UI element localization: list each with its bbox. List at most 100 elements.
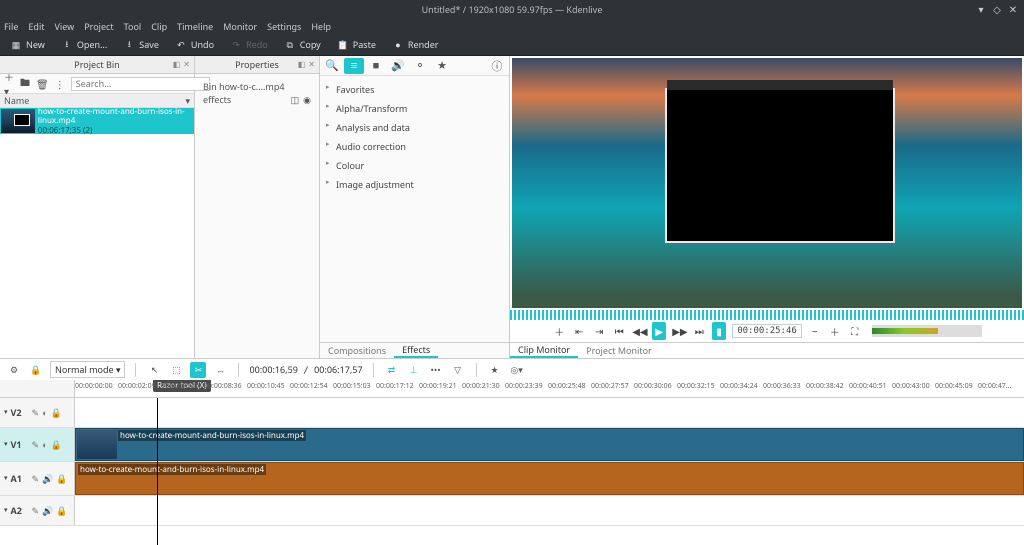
prev-icon[interactable]: ◀◀ xyxy=(632,324,646,338)
paste-button[interactable]: 📋Paste xyxy=(333,36,380,53)
sort-icon[interactable]: ▾ xyxy=(185,94,190,107)
properties-tab[interactable]: Properties ◧✕ xyxy=(195,56,319,74)
search-icon[interactable]: 🔍 xyxy=(322,58,342,74)
track-body-v1[interactable]: how-to-create-mount-and-burn-isos-in-lin… xyxy=(75,428,1024,461)
tab-compositions[interactable]: Compositions xyxy=(320,343,394,358)
effect-category[interactable]: Favorites xyxy=(326,80,503,99)
folder-icon[interactable]: 🖿 xyxy=(20,76,30,92)
menu-monitor[interactable]: Monitor xyxy=(223,20,257,33)
render-button[interactable]: ●Render xyxy=(388,36,443,53)
chevron-down-icon[interactable]: ▾ xyxy=(4,506,8,515)
effect-category[interactable]: Alpha/Transform xyxy=(326,99,503,118)
menu-tool[interactable]: Tool xyxy=(124,20,142,33)
menu-file[interactable]: File xyxy=(4,20,18,33)
menu-project[interactable]: Project xyxy=(84,20,113,33)
track-body-a2[interactable] xyxy=(75,496,1024,525)
close-panel-icon[interactable]: ✕ xyxy=(308,59,315,70)
edit-mode-select[interactable]: Normal mode ▾ xyxy=(50,361,125,378)
info-icon[interactable]: ⓘ xyxy=(487,58,507,74)
tree-icon[interactable]: ≡ xyxy=(344,58,364,74)
menu-timeline[interactable]: Timeline xyxy=(177,20,213,33)
new-button[interactable]: ▦New xyxy=(6,36,49,53)
copy-button[interactable]: ⧉Copy xyxy=(280,36,325,53)
effect-category[interactable]: Audio correction xyxy=(326,137,503,156)
window-minimize-icon[interactable]: ▾ xyxy=(976,4,986,14)
eye-icon[interactable]: ◉ xyxy=(303,93,311,106)
next-icon[interactable]: ▶▶ xyxy=(672,324,686,338)
zone-in-icon[interactable]: ＋ xyxy=(552,324,566,339)
favorite-icon[interactable]: ★ xyxy=(432,58,452,74)
menu-edit[interactable]: Edit xyxy=(28,20,44,33)
track-body-a1[interactable]: how-to-create-mount-and-burn-isos-in-lin… xyxy=(75,462,1024,495)
lock-icon[interactable]: 🔒 xyxy=(28,362,44,378)
preview-render-icon[interactable]: ◎▾ xyxy=(509,362,525,378)
hide-icon[interactable]: ◐ xyxy=(42,406,47,419)
audio-icon[interactable]: 🔊 xyxy=(388,58,408,74)
track-head-a2[interactable]: ▾ A2 ✎ 🔊 🔒 xyxy=(0,496,75,525)
set-out-icon[interactable]: ⇥ xyxy=(592,324,606,338)
effect-category[interactable]: Image adjustment xyxy=(326,175,503,194)
gear-icon[interactable]: ⚙ xyxy=(6,362,22,378)
track-head-a1[interactable]: ▾ A1 ✎ 🔊 🔒 xyxy=(0,462,75,495)
menu-clip[interactable]: Clip xyxy=(151,20,167,33)
timeline-ruler[interactable]: Razor tool (X) 00:00:00:0000:00:02:0900:… xyxy=(75,380,1024,397)
mute-icon[interactable]: ✎ xyxy=(32,438,40,451)
delete-icon[interactable]: 🗑 xyxy=(36,76,49,92)
bin-column-header[interactable]: Name ▾ xyxy=(0,94,194,108)
add-clip-button[interactable]: ＋▾ xyxy=(4,76,14,92)
custom-icon[interactable]: ⚬ xyxy=(410,58,430,74)
lock-icon[interactable]: 🔒 xyxy=(51,406,62,419)
playhead[interactable] xyxy=(157,398,158,545)
track-body-v2[interactable] xyxy=(75,398,1024,427)
track-head-v2[interactable]: ▾ V2 ✎ ◐ 🔒 xyxy=(0,398,75,427)
tab-effects[interactable]: Effects xyxy=(394,343,438,358)
mute-icon[interactable]: ✎ xyxy=(32,406,40,419)
monitor-viewport[interactable] xyxy=(512,58,1022,308)
tab-project-monitor[interactable]: Project Monitor xyxy=(578,343,660,358)
project-bin-tab[interactable]: Project Bin ◧✕ xyxy=(0,56,194,74)
monitor-ruler[interactable] xyxy=(510,310,1024,320)
play-icon[interactable]: ▶ xyxy=(652,322,666,340)
audio-icon[interactable]: 🔊 xyxy=(42,504,53,517)
lock-icon[interactable]: 🔒 xyxy=(51,438,62,451)
save-button[interactable]: ⭳Save xyxy=(119,36,163,53)
hide-icon[interactable]: ◐ xyxy=(42,438,47,451)
lock-icon[interactable]: 🔒 xyxy=(56,504,67,517)
fav-effect-icon[interactable]: ★ xyxy=(487,362,503,378)
menu-settings[interactable]: Settings xyxy=(267,20,301,33)
undock-icon[interactable]: ◧ xyxy=(173,59,181,70)
video-icon[interactable]: ■ xyxy=(366,58,386,74)
window-close-icon[interactable]: ✕ xyxy=(1008,4,1018,14)
timeline-clip-video[interactable]: how-to-create-mount-and-burn-isos-in-lin… xyxy=(75,428,1024,461)
spacer-icon[interactable]: ↔ xyxy=(212,362,228,378)
track-head-v1[interactable]: ▾ V1 ✎ ◐ 🔒 xyxy=(0,428,75,461)
chevron-down-icon[interactable]: ▾ xyxy=(4,474,8,483)
extract-icon[interactable]: ▽ xyxy=(450,362,466,378)
undo-button[interactable]: ↶Undo xyxy=(171,36,218,53)
menu-help[interactable]: Help xyxy=(311,20,331,33)
menu-view[interactable]: View xyxy=(55,20,75,33)
window-maximize-icon[interactable]: ◇ xyxy=(992,4,1002,14)
chevron-down-icon[interactable]: ▾ xyxy=(4,408,8,417)
pointer-icon[interactable]: ↖ xyxy=(146,362,162,378)
mute-icon[interactable]: ✎ xyxy=(32,472,40,485)
mute-icon[interactable]: ✎ xyxy=(32,504,40,517)
audio-icon[interactable]: 🔊 xyxy=(42,472,53,485)
undock-icon[interactable]: ◧ xyxy=(298,59,306,70)
select-icon[interactable]: ⬚ xyxy=(168,362,184,378)
tab-clip-monitor[interactable]: Clip Monitor xyxy=(510,343,578,358)
chevron-down-icon[interactable]: ▾ xyxy=(4,440,8,449)
rewind-icon[interactable]: ⏮ xyxy=(612,324,626,338)
lock-icon[interactable]: 🔒 xyxy=(56,472,67,485)
razor-icon[interactable]: ✂ xyxy=(190,362,206,378)
open-button[interactable]: ⭳Open... xyxy=(57,36,111,53)
fullscreen-icon[interactable]: ⛶ xyxy=(848,324,862,338)
effect-category[interactable]: Colour xyxy=(326,156,503,175)
effect-category[interactable]: Analysis and data xyxy=(326,118,503,137)
bin-search-input[interactable] xyxy=(71,77,210,91)
overwrite-icon[interactable]: ••• xyxy=(428,362,444,378)
timeline-clip-audio[interactable]: how-to-create-mount-and-burn-isos-in-lin… xyxy=(75,462,1024,495)
plus-icon[interactable]: ＋ xyxy=(828,324,842,339)
monitor-timecode[interactable]: 00:00:25:46 xyxy=(732,324,802,338)
insert-icon[interactable]: ⊥ xyxy=(406,362,422,378)
